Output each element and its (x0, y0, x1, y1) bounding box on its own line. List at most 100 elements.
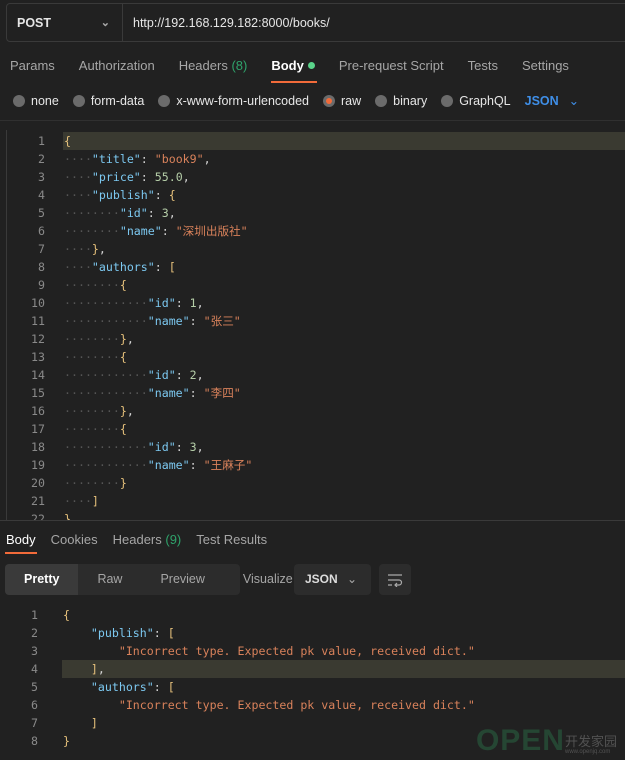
response-tab-headers[interactable]: Headers (9) (107, 530, 188, 550)
code-line: 15 ············"name": "李四" (7, 384, 625, 402)
raw-format-select[interactable]: JSON ⌄ (525, 93, 580, 108)
wrap-lines-button[interactable] (379, 564, 411, 595)
code-content: ········{ (63, 420, 625, 438)
indent-guide: ············ (64, 314, 148, 328)
response-tab-test-results[interactable]: Test Results (190, 530, 273, 550)
code-line: 4 ····"publish": { (7, 186, 625, 204)
line-number: 9 (38, 278, 45, 292)
indent-guide: ···· (64, 170, 92, 184)
code-line: 3 "Incorrect type. Expected pk value, re… (0, 642, 625, 660)
line-number: 7 (31, 716, 38, 730)
view-raw[interactable]: Raw (78, 564, 141, 595)
watermark-cn: 开发家园 (564, 734, 617, 749)
code-token: "authors" (91, 260, 155, 274)
line-number: 20 (31, 476, 45, 490)
indent-guide: ············ (64, 368, 148, 382)
code-token: : (189, 386, 204, 400)
radio-circle-icon (13, 94, 25, 107)
code-content: "Incorrect type. Expected pk value, rece… (62, 696, 625, 714)
code-token: , (168, 206, 176, 220)
line-number: 6 (38, 224, 45, 238)
code-token: 55.0 (154, 170, 183, 184)
code-token: ] (90, 716, 98, 730)
line-number: 3 (38, 170, 45, 184)
tab-authorization[interactable]: Authorization (69, 55, 165, 85)
code-token: : (140, 152, 155, 166)
code-line: 7 ····}, (7, 240, 625, 258)
code-content: ········"name": "深圳出版社" (63, 222, 625, 240)
response-tab-body[interactable]: Body (0, 530, 42, 554)
code-token: "深圳出版社" (175, 224, 248, 238)
indent-guide: ········ (64, 476, 120, 490)
tab-settings[interactable]: Settings (512, 55, 579, 85)
line-number: 17 (31, 422, 45, 436)
code-token: "name" (147, 386, 190, 400)
response-tab-cookies[interactable]: Cookies (45, 530, 104, 550)
url-input[interactable]: http://192.168.129.182:8000/books/ (123, 4, 330, 41)
radio-graphql[interactable]: GraphQL (441, 94, 511, 108)
code-token: "publish" (91, 188, 155, 202)
code-content: ············"name": "王麻子" (63, 456, 625, 474)
code-content: ····"publish": { (63, 186, 625, 204)
line-number: 19 (31, 458, 45, 472)
code-token: "price" (91, 170, 141, 184)
line-number: 8 (38, 260, 45, 274)
code-token: 3 (189, 440, 197, 454)
view-preview[interactable]: Preview (141, 564, 223, 595)
code-token: : (189, 314, 204, 328)
code-line: 10 ············"id": 1, (7, 294, 625, 312)
code-token: { (168, 188, 176, 202)
code-token: "id" (147, 368, 176, 382)
request-body-editor[interactable]: 1{2 ····"title": "book9", 3 ····"price": 55… (6, 130, 625, 520)
tab-label: Body (271, 58, 304, 73)
code-content: { (63, 132, 625, 150)
indent-guide: ········ (64, 404, 120, 418)
code-line: 16 ········}, (7, 402, 625, 420)
radio-circle-icon (323, 94, 335, 107)
code-content: "authors": [ (62, 678, 625, 696)
view-mode-group: Pretty Raw Preview Visualize (5, 564, 293, 595)
line-number: 2 (38, 152, 45, 166)
tab-pre-request-script[interactable]: Pre-request Script (329, 55, 454, 85)
method-select[interactable]: POST ⌄ (7, 4, 123, 41)
radio-x-www-form-urlencoded[interactable]: x-www-form-urlencoded (158, 94, 309, 108)
tab-body[interactable]: Body (261, 55, 325, 85)
code-line: 13 ········{ (7, 348, 625, 366)
line-number: 4 (38, 188, 45, 202)
code-token: : (161, 224, 176, 238)
line-number: 10 (31, 296, 45, 310)
indent-guide: ···· (64, 152, 92, 166)
response-format-select[interactable]: JSON ⌄ (294, 564, 371, 595)
radio-binary[interactable]: binary (375, 94, 427, 108)
indent-guide: ···· (64, 494, 92, 508)
code-token: "title" (91, 152, 141, 166)
tab-count: (8) (231, 58, 248, 73)
code-line: 17 ········{ (7, 420, 625, 438)
tab-params[interactable]: Params (0, 55, 65, 85)
code-token: "name" (119, 224, 162, 238)
code-token: : (175, 440, 190, 454)
radio-none[interactable]: none (13, 94, 59, 108)
code-content: ············"name": "李四" (63, 384, 625, 402)
tab-tests[interactable]: Tests (458, 55, 508, 85)
code-token: "李四" (203, 386, 241, 400)
indent-guide: ············ (64, 296, 148, 310)
line-number: 5 (31, 680, 38, 694)
code-token: "book9" (154, 152, 204, 166)
indent-guide: ········ (64, 278, 120, 292)
radio-circle-icon (72, 94, 85, 107)
tab-label: Pre-request Script (338, 58, 444, 73)
code-content: ····"authors": [ (63, 258, 625, 276)
code-line: 9 ········{ (7, 276, 625, 294)
view-pretty[interactable]: Pretty (5, 564, 79, 595)
radio-form-data[interactable]: form-data (72, 94, 144, 108)
indent-guide (63, 680, 91, 694)
code-content: ············"name": "张三" (63, 312, 625, 330)
radio-raw[interactable]: raw (323, 94, 361, 108)
tab-headers[interactable]: Headers (8) (169, 55, 258, 85)
code-content: ········} (63, 474, 625, 492)
code-token: : (140, 170, 155, 184)
code-token: "张三" (203, 314, 241, 328)
indent-guide: ············ (64, 458, 148, 472)
watermark-logo: OPEN 开发家园 www.openjq.com (476, 726, 617, 756)
